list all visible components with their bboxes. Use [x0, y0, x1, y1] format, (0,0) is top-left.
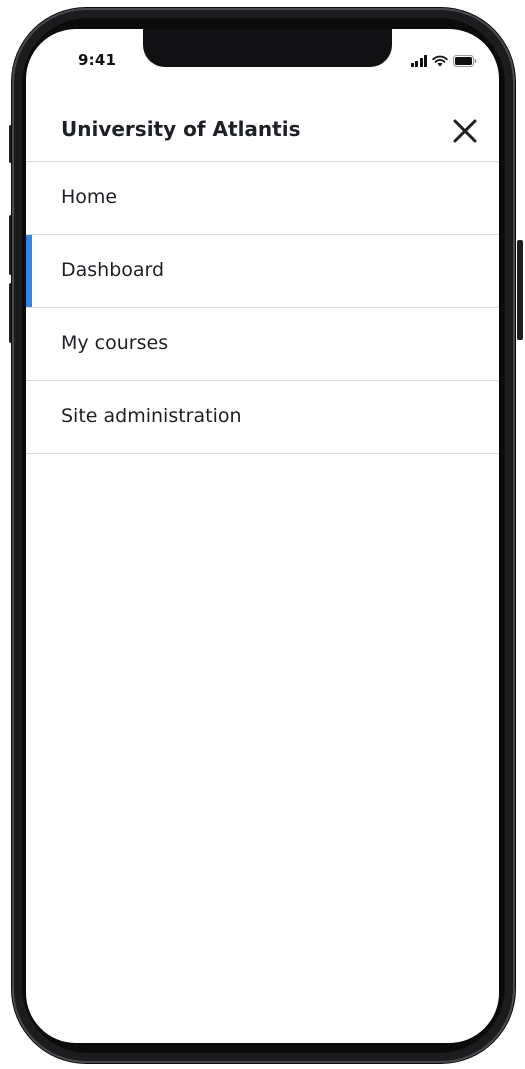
wifi-icon: [432, 55, 448, 67]
menu-item-site-administration[interactable]: Site administration: [26, 381, 499, 454]
battery-icon: [453, 55, 477, 67]
close-button[interactable]: [449, 115, 481, 147]
menu-header: University of Atlantis: [26, 101, 499, 162]
signal-icon: [410, 55, 427, 67]
menu-item-label: Dashboard: [61, 259, 165, 281]
menu-item-my-courses[interactable]: My courses: [26, 308, 499, 381]
menu-item-label: Site administration: [61, 405, 242, 427]
nav-menu: Home Dashboard My courses Site administr…: [26, 162, 499, 454]
power-button: [517, 240, 523, 340]
status-time: 9:41: [78, 51, 117, 69]
site-title: University of Atlantis: [61, 117, 301, 141]
phone-screen: 9:41 University of Atlantis Home Dashboa…: [26, 29, 499, 1043]
status-bar: 9:41: [26, 29, 499, 89]
menu-item-label: Home: [61, 186, 118, 208]
menu-item-dashboard[interactable]: Dashboard: [26, 235, 499, 308]
status-icons: [410, 53, 478, 67]
close-icon: [453, 119, 477, 143]
phone-mockup: 9:41 University of Atlantis Home Dashboa…: [0, 0, 525, 1069]
notch: [143, 29, 392, 67]
menu-item-home[interactable]: Home: [26, 162, 499, 235]
menu-item-label: My courses: [61, 332, 169, 354]
